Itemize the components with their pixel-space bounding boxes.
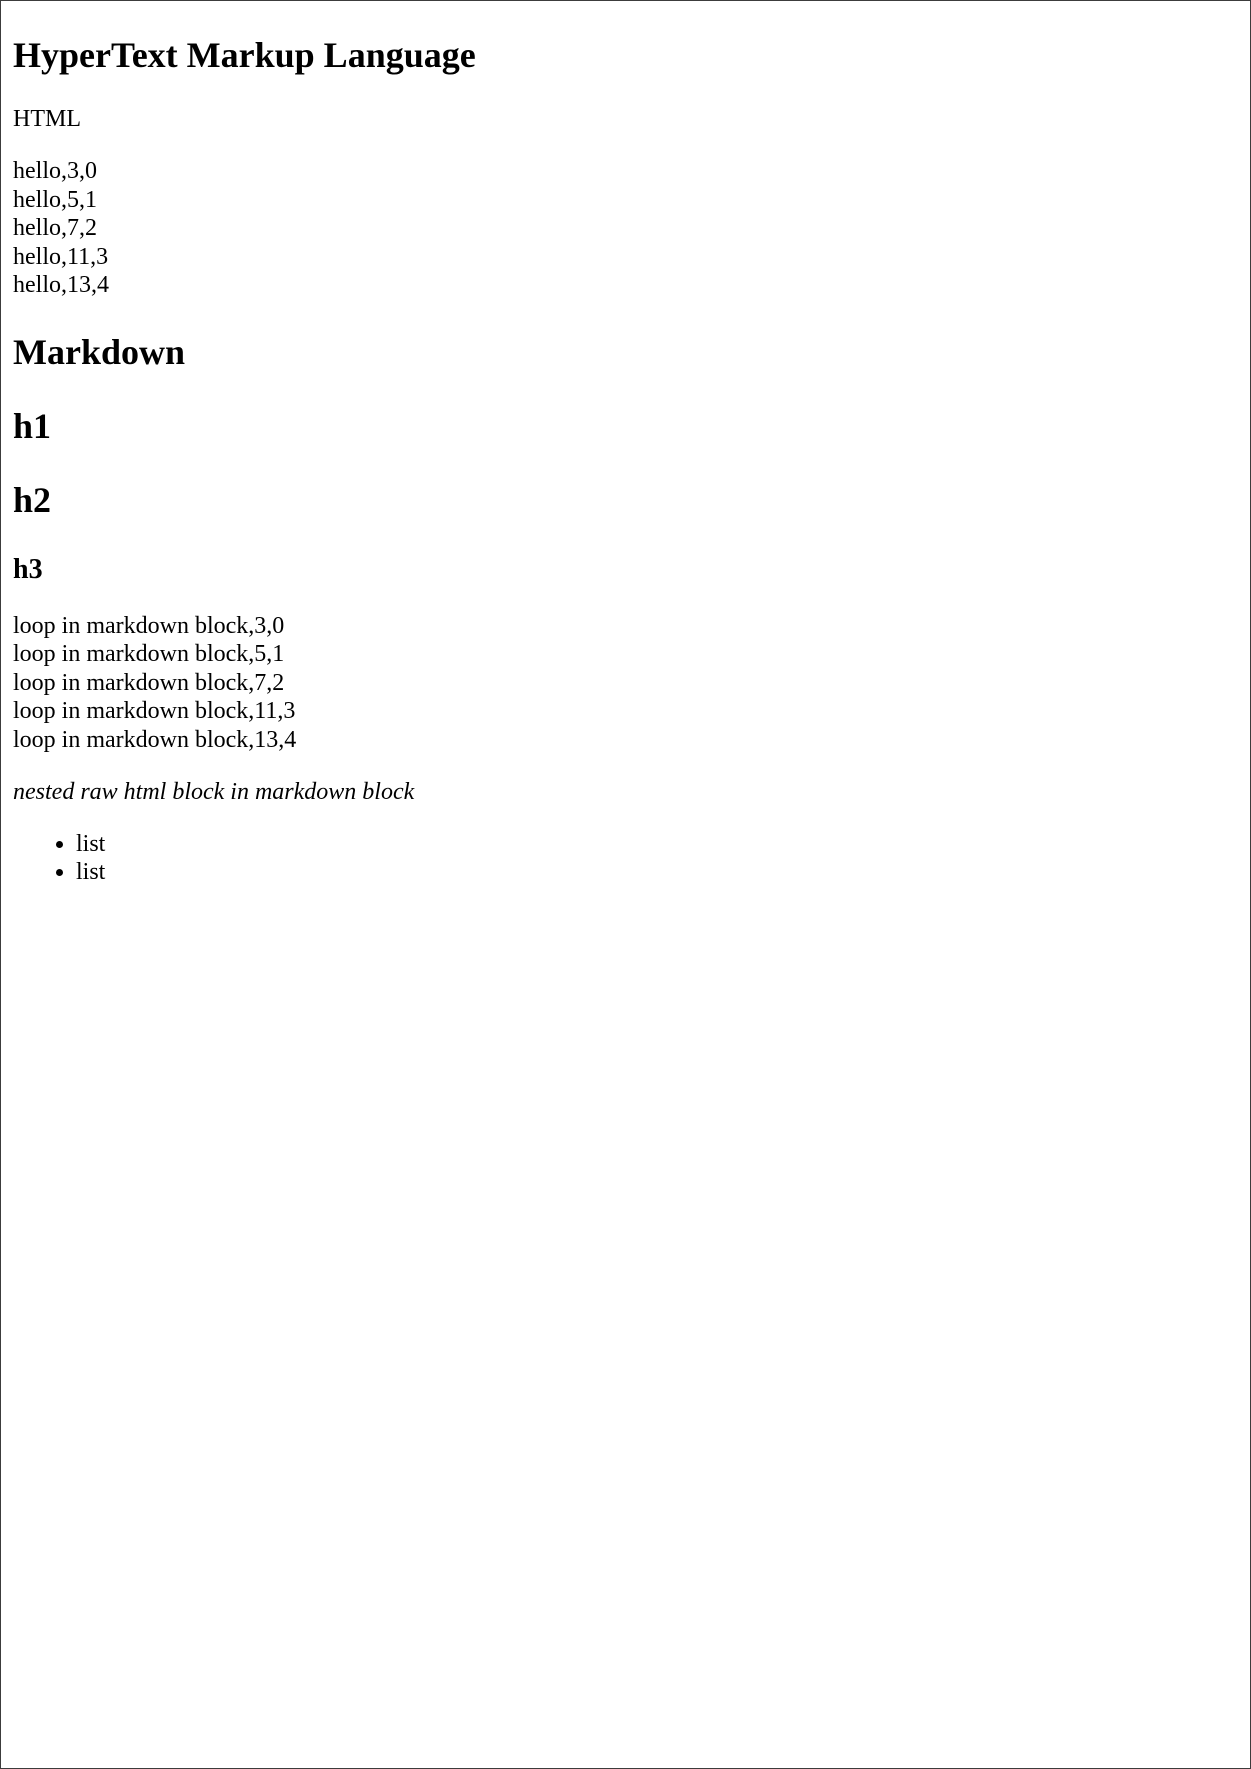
loop-line: loop in markdown block,3,0 [13,612,285,639]
loop-line: hello,11,3 [13,243,109,270]
markdown-loop-lines: loop in markdown block,3,0 loop in markd… [13,612,1238,755]
markdown-heading: Markdown [13,331,186,372]
loop-line: loop in markdown block,5,1 [13,641,285,667]
heading-h3: h3 [13,553,43,585]
loop-line: loop in markdown block,13,4 [13,726,297,753]
list-item: list [76,830,1238,858]
loop-line: hello,3,0 [13,158,97,184]
html-loop-lines: hello,3,0 hello,5,1 hello,7,2 hello,11,3… [13,157,1238,300]
bullet-list: list list [13,830,1238,886]
heading-h2: h2 [13,479,52,520]
nested-html-note: nested raw html block in markdown block [13,779,415,805]
loop-line: loop in markdown block,7,2 [13,669,285,696]
html-label: HTML [13,106,81,132]
loop-line: hello,7,2 [13,215,97,241]
loop-line: loop in markdown block,11,3 [13,698,296,724]
loop-line: hello,5,1 [13,186,97,213]
document-page: HyperText Markup Language HTML hello,3,0… [0,0,1251,1769]
list-item: list [76,858,1238,886]
heading-h1: h1 [13,405,52,446]
loop-line: hello,13,4 [13,272,109,298]
page-title: HyperText Markup Language [13,35,476,75]
